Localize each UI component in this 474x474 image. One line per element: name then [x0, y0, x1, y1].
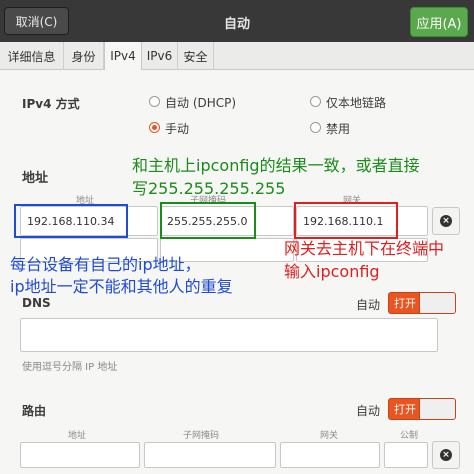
- annotation-gateway-line1: 网关去主机下在终端中: [284, 239, 445, 258]
- delete-route-button[interactable]: ×: [432, 441, 460, 469]
- dns-auto-label: 自动: [356, 298, 381, 312]
- route-gateway-input[interactable]: [280, 442, 380, 468]
- ipv4-method-label: IPv4 方式: [22, 97, 80, 111]
- radio-link-local[interactable]: [310, 96, 321, 107]
- annotation-box-gateway: [294, 202, 398, 239]
- dns-label: DNS: [22, 296, 51, 310]
- annotation-address-line1: 每台设备有自己的ip地址，: [10, 255, 201, 274]
- tab-identity[interactable]: 身份: [64, 42, 104, 70]
- route-col-metric-header: 公制: [400, 431, 419, 441]
- tab-ipv6[interactable]: IPv6: [142, 42, 178, 70]
- annotation-gateway-line2: 输入ipconfig: [284, 262, 380, 281]
- route-col-gateway-header: 网关: [320, 431, 339, 441]
- window-title: 自动: [223, 17, 250, 32]
- radio-link-local-label: 仅本地链路: [326, 96, 387, 110]
- delete-address-button[interactable]: ×: [432, 207, 460, 235]
- route-address-input[interactable]: [20, 442, 140, 468]
- dns-hint: 使用逗号分隔 IP 地址: [22, 362, 118, 373]
- annotation-box-netmask: [160, 202, 256, 239]
- radio-auto-dhcp[interactable]: [149, 96, 160, 107]
- radio-manual-label: 手动: [165, 122, 190, 136]
- routes-toggle-label: 打开: [394, 403, 416, 416]
- annotation-address-line2: ip地址一定不能和其他人的重复: [10, 277, 233, 296]
- routes-label: 路由: [22, 404, 47, 418]
- tab-security[interactable]: 安全: [178, 42, 214, 70]
- tab-bar: 详细信息 身份 IPv4 IPv6 安全: [0, 42, 474, 70]
- annotation-netmask-line2: 写255.255.255.255: [132, 179, 286, 198]
- dns-input[interactable]: [20, 318, 438, 352]
- route-metric-input[interactable]: [384, 442, 428, 468]
- dns-toggle-label: 打开: [394, 297, 416, 310]
- routes-toggle-knob: [419, 399, 455, 419]
- annotation-box-address: [14, 204, 128, 238]
- tab-details[interactable]: 详细信息: [0, 42, 64, 70]
- tab-ipv4[interactable]: IPv4: [104, 42, 142, 70]
- radio-disabled[interactable]: [310, 122, 321, 133]
- annotation-netmask-line1: 和主机上ipconfig的结果一致，或者直接: [132, 156, 420, 175]
- x-circle-icon: ×: [440, 215, 452, 227]
- radio-manual[interactable]: [149, 122, 160, 133]
- dns-auto-toggle[interactable]: 打开: [388, 292, 456, 314]
- radio-auto-dhcp-label: 自动 (DHCP): [165, 96, 237, 110]
- apply-button[interactable]: 应用(A): [410, 7, 468, 37]
- header-bar: 取消(C) 自动 应用(A): [0, 0, 474, 42]
- radio-disabled-label: 禁用: [326, 122, 351, 136]
- routes-auto-toggle[interactable]: 打开: [388, 398, 456, 420]
- routes-auto-label: 自动: [356, 404, 381, 418]
- route-col-netmask-header: 子网掩码: [183, 431, 220, 441]
- route-col-address-header: 地址: [68, 431, 87, 441]
- dns-toggle-knob: [419, 293, 455, 313]
- address-section-label: 地址: [22, 171, 49, 186]
- x-circle-icon: ×: [440, 449, 452, 461]
- route-netmask-input[interactable]: [144, 442, 276, 468]
